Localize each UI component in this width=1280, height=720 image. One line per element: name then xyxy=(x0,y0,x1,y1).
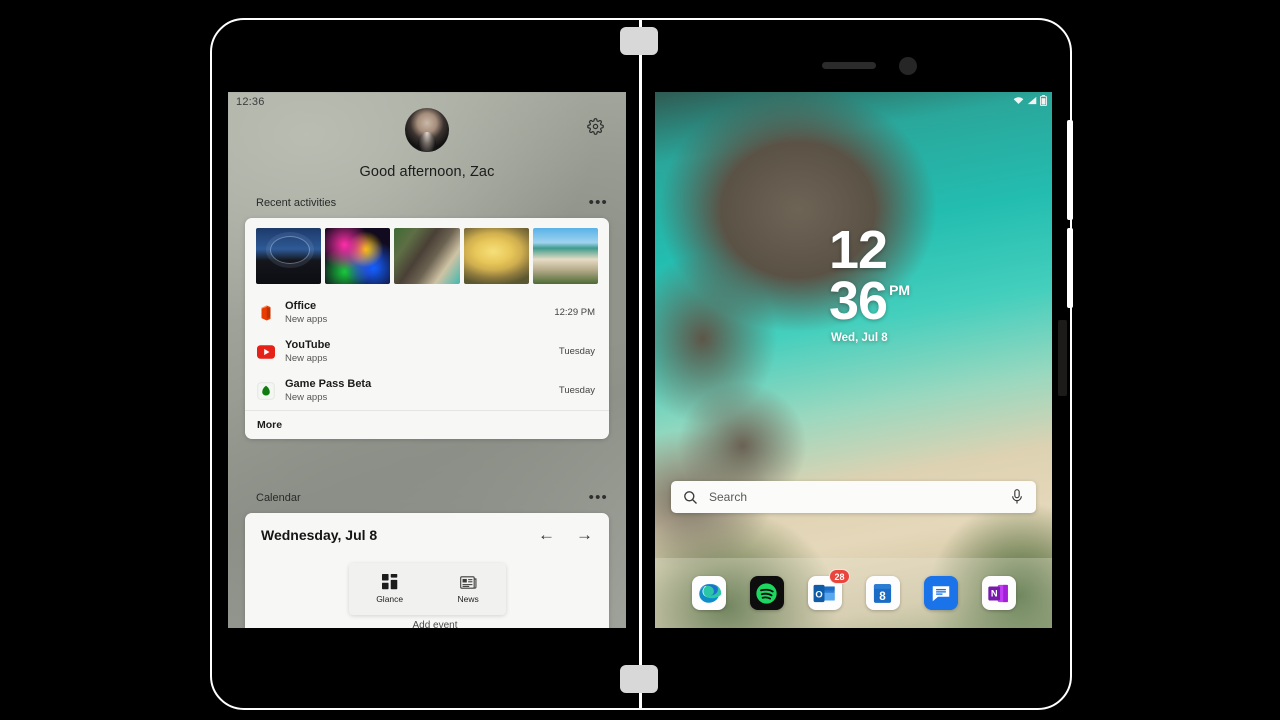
outlook-icon[interactable]: O 28 xyxy=(807,569,850,610)
messages-icon[interactable] xyxy=(923,576,958,610)
front-camera xyxy=(899,57,917,75)
list-item-subtitle: New apps xyxy=(285,392,328,403)
right-status-bar xyxy=(1013,95,1047,106)
list-item-title: YouTube xyxy=(285,339,331,351)
microphone-icon xyxy=(1012,489,1022,504)
greeting-text: Good afternoon, Zac xyxy=(359,164,495,180)
list-item[interactable]: YouTube New apps Tuesday xyxy=(245,332,609,371)
clock-hour: 12 xyxy=(829,220,888,280)
calendar-day-number: 8 xyxy=(879,589,886,602)
clock-ampm: PM xyxy=(889,282,911,299)
tab-news[interactable]: News xyxy=(458,575,479,604)
volume-button[interactable] xyxy=(1067,120,1073,220)
more-button[interactable]: More xyxy=(245,410,609,439)
beach-cove-thumbnail[interactable] xyxy=(532,228,599,284)
clock-widget[interactable]: 12 36 PM Wed, Jul 8 xyxy=(829,220,911,344)
list-item[interactable]: Game Pass Beta New apps Tuesday xyxy=(245,371,609,410)
calendar-overflow[interactable]: ••• xyxy=(589,490,608,505)
hinge-tab-bottom xyxy=(620,665,658,693)
glance-news-tabbar: Glance News xyxy=(349,563,506,615)
star-trails-thumbnail[interactable] xyxy=(256,228,322,284)
search-icon xyxy=(684,490,697,504)
search-bar[interactable]: Search xyxy=(671,481,1036,513)
onenote-icon[interactable]: N xyxy=(981,576,1016,610)
avatar[interactable] xyxy=(405,108,449,152)
tab-glance[interactable]: Glance xyxy=(376,574,403,604)
grid-icon xyxy=(381,574,397,590)
gear-icon[interactable] xyxy=(587,118,604,135)
search-input[interactable]: Search xyxy=(709,490,1011,504)
right-wallpaper xyxy=(655,92,1052,628)
wifi-icon xyxy=(1013,97,1024,104)
calendar-header: Calendar ••• xyxy=(228,490,626,505)
add-event-button[interactable]: Add event xyxy=(380,620,490,631)
recent-activities-overflow[interactable]: ••• xyxy=(589,195,608,210)
recent-activities-card: Office New apps 12:29 PM YouTube New app… xyxy=(245,218,609,439)
calendar-date: Wednesday, Jul 8 xyxy=(261,526,378,543)
signal-icon xyxy=(1027,96,1037,105)
list-item-subtitle: New apps xyxy=(285,353,328,364)
hinge-line xyxy=(639,18,642,710)
thumbnail-row xyxy=(245,218,609,293)
edge-icon[interactable] xyxy=(691,576,726,610)
list-item-time: Tuesday xyxy=(558,346,595,357)
calendar-next-arrow[interactable]: → xyxy=(576,526,593,543)
calendar-prev-arrow[interactable]: ← xyxy=(538,526,555,543)
speaker-grille xyxy=(822,62,876,69)
mushroom-thumbnail[interactable] xyxy=(463,228,529,284)
greeting-area: Good afternoon, Zac xyxy=(228,108,626,180)
rocky-coastline-thumbnail[interactable] xyxy=(394,228,460,284)
calendar-date-row: Wednesday, Jul 8 ← → xyxy=(245,513,609,553)
clock-date: Wed, Jul 8 xyxy=(831,331,888,344)
game-pass-icon xyxy=(257,381,275,400)
recent-activities-title: Recent activities xyxy=(256,197,337,209)
youtube-icon xyxy=(257,343,275,361)
list-item-time: 12:29 PM xyxy=(554,307,595,318)
office-icon xyxy=(257,304,275,322)
clock-minute: 36 xyxy=(829,271,888,332)
list-item-title: Game Pass Beta xyxy=(285,378,372,390)
recent-activities-header: Recent activities ••• xyxy=(228,195,626,210)
spotify-icon[interactable] xyxy=(749,576,784,610)
status-clock: 12:36 xyxy=(236,96,265,108)
power-button[interactable] xyxy=(1067,228,1073,308)
tab-news-label: News xyxy=(457,593,479,604)
svg-text:O: O xyxy=(815,589,822,599)
left-screen: 12:36 Good afternoon, Zac Recent activit… xyxy=(228,92,626,628)
svg-text:N: N xyxy=(991,588,998,598)
list-item[interactable]: Office New apps 12:29 PM xyxy=(245,293,609,332)
calendar-title: Calendar xyxy=(256,492,301,504)
list-item-time: Tuesday xyxy=(558,385,595,396)
notification-badge: 28 xyxy=(829,569,850,584)
hinge-tab-top xyxy=(620,27,658,55)
list-item-subtitle: New apps xyxy=(285,314,328,325)
list-item-title: Office xyxy=(285,300,317,312)
app-dock: O 28 8 N xyxy=(655,558,1052,628)
calendar-icon[interactable]: 8 xyxy=(865,576,900,610)
battery-icon xyxy=(1040,95,1047,106)
fingerprint-sensor[interactable] xyxy=(1058,320,1067,396)
right-screen: 12 36 PM Wed, Jul 8 Search O 28 8 N xyxy=(655,92,1052,628)
tab-glance-label: Glance xyxy=(376,594,404,604)
colorful-smoke-thumbnail[interactable] xyxy=(325,228,391,284)
newspaper-icon xyxy=(459,575,477,589)
